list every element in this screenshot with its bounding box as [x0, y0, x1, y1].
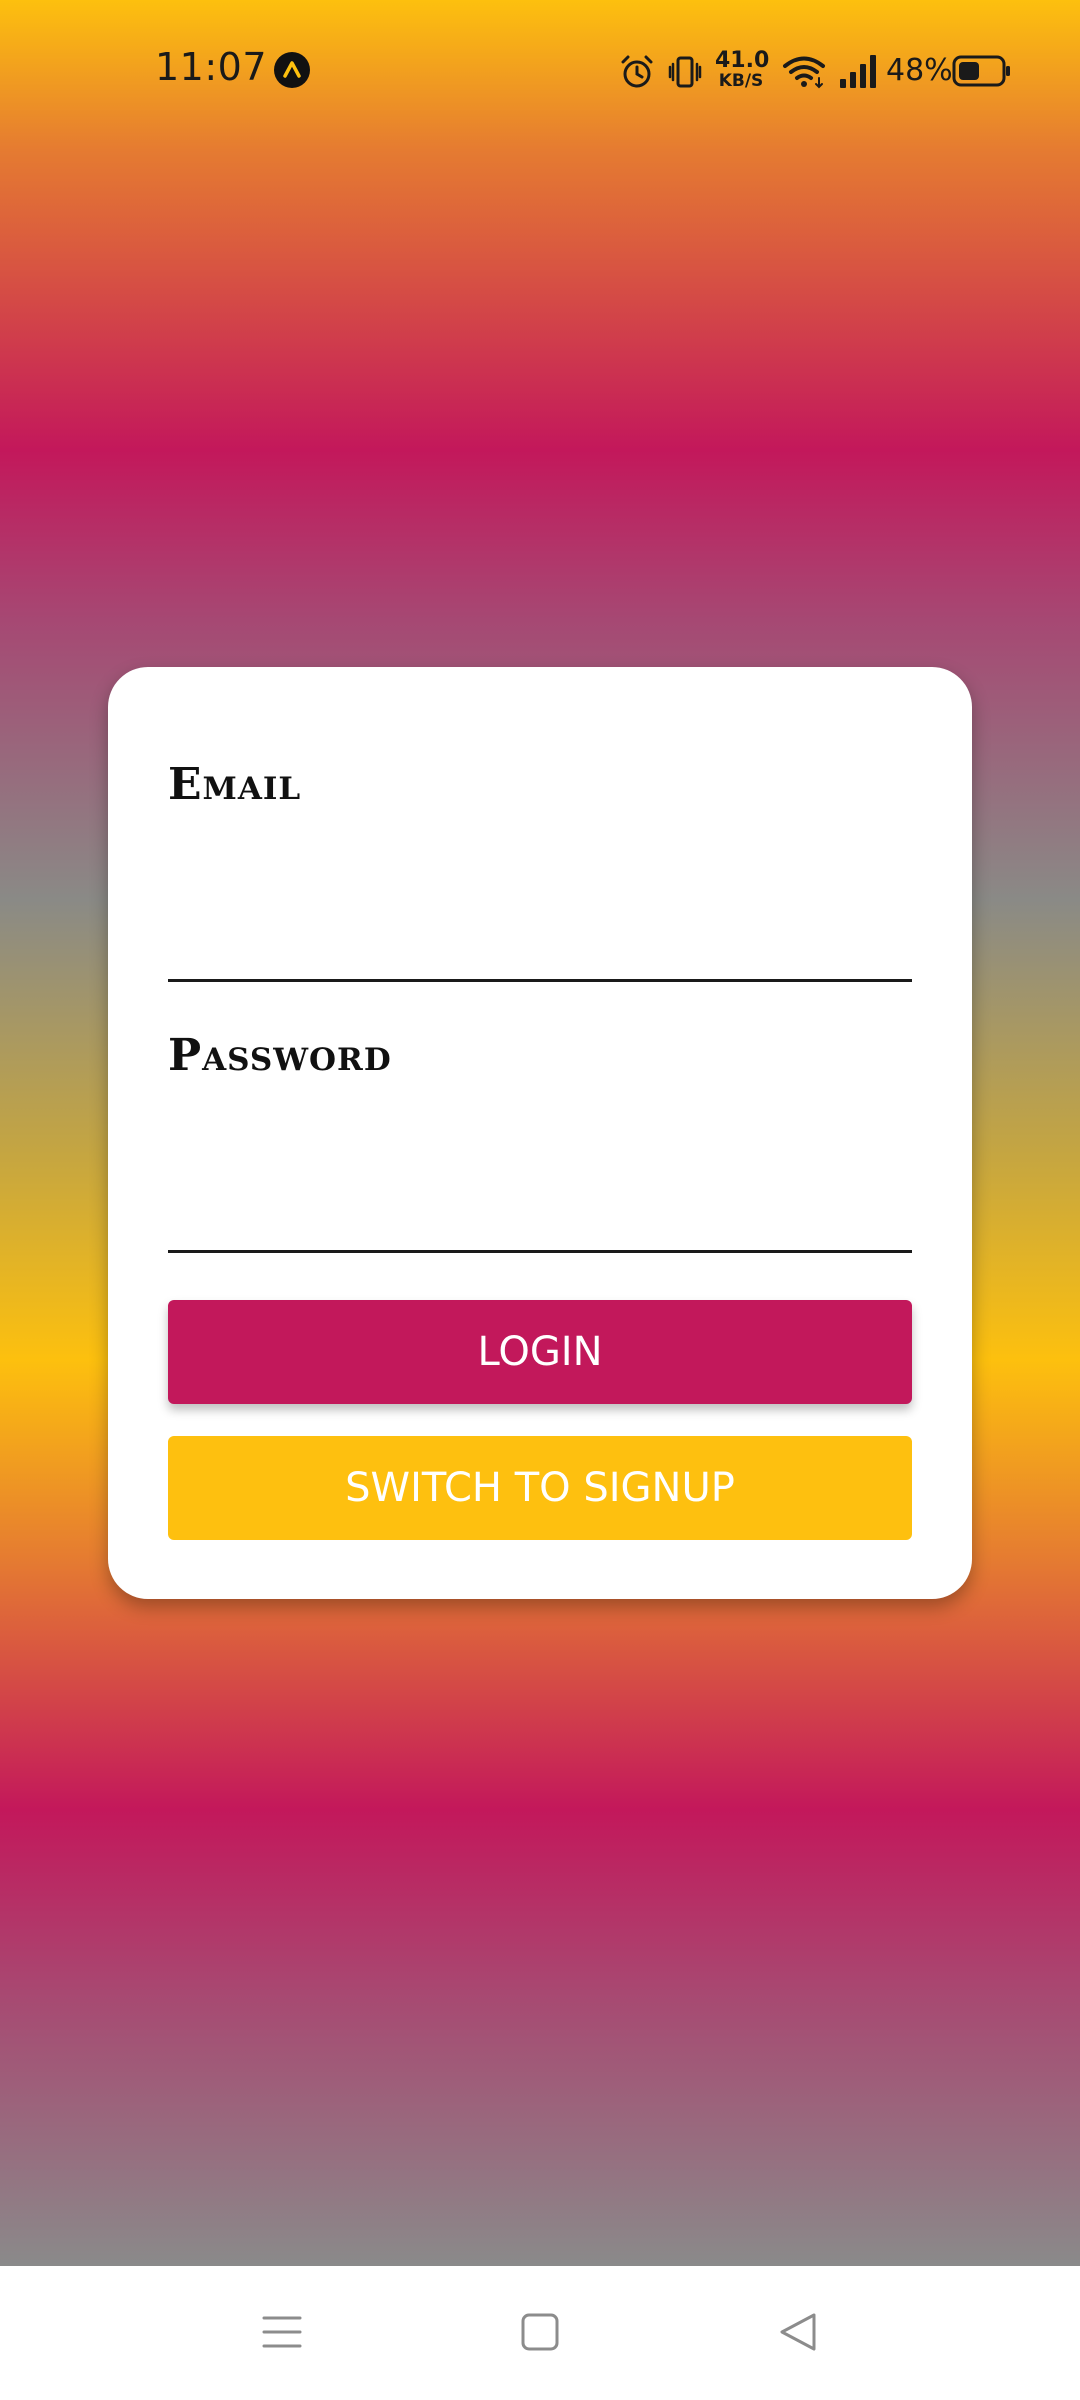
wifi-icon: [783, 56, 825, 89]
signal-icon: [840, 55, 876, 88]
status-bar: 11:07 41.0 KB/S 48%: [0, 0, 1080, 140]
navigation-bar: [0, 2266, 1080, 2400]
login-screen: 11:07 41.0 KB/S 48% Email Password LOGIN…: [0, 0, 1080, 2400]
email-input[interactable]: [168, 892, 912, 982]
battery-icon: [952, 55, 1010, 87]
password-label: Password: [168, 1030, 392, 1081]
network-speed: 41.0 KB/S: [715, 48, 770, 91]
network-speed-unit: KB/S: [718, 71, 764, 91]
home-icon[interactable]: [510, 2302, 570, 2362]
vibrate-icon: [668, 56, 702, 88]
status-time: 11:07: [155, 45, 268, 89]
expo-go-icon: [274, 52, 310, 88]
back-icon[interactable]: [768, 2302, 828, 2362]
login-card: Email Password LOGIN SWITCH TO SIGNUP: [108, 667, 972, 1599]
alarm-icon: [621, 55, 653, 88]
battery-percent: 48%: [886, 53, 953, 88]
switch-to-signup-button[interactable]: SWITCH TO SIGNUP: [168, 1436, 912, 1540]
network-speed-value: 41.0: [715, 48, 770, 73]
email-label: Email: [168, 759, 302, 810]
login-button[interactable]: LOGIN: [168, 1300, 912, 1404]
menu-icon[interactable]: [252, 2302, 312, 2362]
password-input[interactable]: [168, 1163, 912, 1253]
